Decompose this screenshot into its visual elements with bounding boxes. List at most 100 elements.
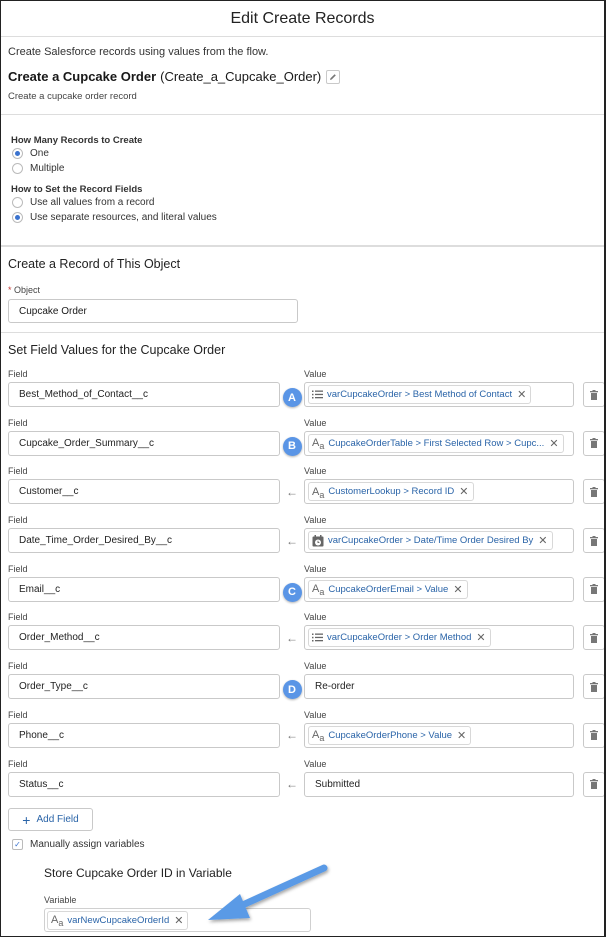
field-row: Field Value Order_Type__c D Re-order [8, 661, 604, 710]
picklist-type-icon-wrap [312, 390, 323, 399]
element-info-section: Create Salesforce records using values f… [1, 37, 604, 115]
element-description: Create Salesforce records using values f… [8, 46, 269, 58]
radio-separate-resources-label: Use separate resources, and literal valu… [30, 212, 217, 223]
resource-pill[interactable]: Aa CupcakeOrderTable > First Selected Ro… [308, 433, 564, 453]
field-label: Field [8, 466, 28, 477]
field-input[interactable]: Date_Time_Order_Desired_By__c [8, 528, 280, 554]
delete-row-button[interactable] [583, 674, 604, 700]
resource-pill-label: varCupcakeOrder > Best Method of Contact [327, 389, 513, 400]
row-connector: C [280, 577, 304, 602]
remove-icon[interactable]: ✕ [549, 437, 558, 450]
field-input[interactable]: Phone__c [8, 722, 280, 748]
row-connector: A [280, 382, 304, 407]
value-label: Value [304, 369, 327, 379]
field-rows: Field Value Best_Method_of_Contact__c A … [8, 369, 604, 807]
row-connector: ← [280, 528, 304, 553]
trash-icon [590, 779, 598, 789]
resource-pill[interactable]: varCupcakeOrder > Best Method of Contact… [308, 385, 532, 404]
value-input[interactable]: varCupcakeOrder > Order Method ✕ [304, 625, 574, 651]
value-input[interactable]: varCupcakeOrder > Date/Time Order Desire… [304, 528, 574, 554]
radio-all-values-control[interactable] [12, 197, 23, 208]
delete-row-button[interactable] [583, 722, 604, 748]
resource-pill-label: varCupcakeOrder > Order Method [327, 632, 472, 644]
remove-icon[interactable]: ✕ [476, 631, 485, 644]
modal-header: Edit Create Records [1, 1, 604, 37]
delete-row-button[interactable] [583, 382, 604, 407]
text-type-icon-wrap: Aa [312, 729, 324, 743]
arrow-left-icon: ← [286, 630, 298, 645]
radio-multiple[interactable]: Multiple [12, 161, 598, 176]
value-input[interactable]: Submitted [304, 771, 574, 797]
resource-pill-label: CupcakeOrderEmail > Value [328, 583, 449, 595]
remove-icon[interactable]: ✕ [174, 914, 183, 927]
trash-icon [590, 389, 598, 400]
object-input[interactable]: Cupcake Order [8, 299, 298, 323]
delete-row-button[interactable] [583, 528, 604, 554]
remove-icon[interactable]: ✕ [453, 583, 462, 596]
field-input[interactable]: Customer__c [8, 479, 280, 505]
trash-icon [590, 486, 598, 497]
resource-pill[interactable]: Aa CupcakeOrderPhone > Value ✕ [308, 725, 472, 745]
resource-pill[interactable]: varCupcakeOrder > Date/Time Order Desire… [308, 531, 553, 551]
manual-assign-label: Manually assign variables [30, 839, 145, 851]
field-input[interactable]: Best_Method_of_Contact__c [8, 382, 280, 407]
trash-icon [590, 681, 598, 692]
field-input[interactable]: Order_Method__c [8, 625, 280, 651]
remove-icon[interactable]: ✕ [517, 388, 526, 401]
delete-row-button[interactable] [583, 430, 604, 456]
radio-separate-resources-control[interactable] [12, 212, 23, 223]
remove-icon[interactable]: ✕ [459, 485, 468, 498]
calendar-clock-icon [312, 534, 324, 547]
value-input[interactable]: Re-order [304, 674, 574, 700]
field-row: Field Value Customer__c ← Aa CustomerLoo… [8, 466, 604, 515]
field-input[interactable]: Email__c [8, 576, 280, 602]
store-id-section: Store Cupcake Order ID in Variable Varia… [44, 866, 598, 933]
radio-all-values-label: Use all values from a record [30, 197, 155, 208]
value-input[interactable]: varCupcakeOrder > Best Method of Contact… [304, 382, 574, 407]
radio-separate-resources[interactable]: Use separate resources, and literal valu… [12, 210, 598, 225]
add-field-button[interactable]: + Add Field [8, 808, 93, 832]
value-input[interactable]: Aa CustomerLookup > Record ID ✕ [304, 479, 574, 505]
variable-pill[interactable]: Aa varNewCupcakeOrderId ✕ [47, 910, 189, 930]
resource-pill-label: CustomerLookup > Record ID [328, 486, 455, 498]
delete-row-button[interactable] [583, 625, 604, 651]
resource-pill[interactable]: Aa CustomerLookup > Record ID ✕ [308, 482, 474, 502]
radio-one[interactable]: One [12, 146, 598, 161]
value-label: Value [304, 661, 327, 672]
radio-multiple-control[interactable] [12, 163, 23, 174]
resource-pill[interactable]: Aa CupcakeOrderEmail > Value ✕ [308, 579, 468, 599]
datetime-type-icon-wrap [312, 534, 324, 547]
picklist-type-icon-wrap [312, 633, 323, 642]
element-title: Create a Cupcake Order (Create_a_Cupcake… [8, 69, 598, 84]
value-input[interactable]: Aa CupcakeOrderPhone > Value ✕ [304, 722, 574, 748]
value-input[interactable]: Aa CupcakeOrderTable > First Selected Ro… [304, 430, 574, 456]
manual-assign-checkbox[interactable]: ✓ [12, 839, 23, 851]
remove-icon[interactable]: ✕ [457, 729, 466, 742]
variable-input[interactable]: Aa varNewCupcakeOrderId ✕ [44, 908, 311, 933]
manual-assign-row[interactable]: ✓ Manually assign variables [8, 839, 598, 851]
value-label: Value [304, 612, 327, 623]
field-input[interactable]: Order_Type__c [8, 674, 280, 700]
how-set-label: How to Set the Record Fields [11, 184, 143, 195]
edit-element-button[interactable] [326, 69, 341, 84]
value-label: Value [304, 466, 327, 477]
object-label-text: Object [14, 285, 41, 295]
picklist-icon [312, 633, 323, 642]
row-connector: ← [280, 772, 304, 797]
delete-row-button[interactable] [583, 479, 604, 505]
field-input[interactable]: Status__c [8, 771, 280, 797]
delete-row-button[interactable] [583, 771, 604, 797]
text-type-icon-wrap: Aa [312, 437, 324, 451]
delete-row-button[interactable] [583, 576, 604, 602]
row-connector: B [280, 431, 304, 456]
annotation-badge: A [282, 388, 302, 407]
remove-icon[interactable]: ✕ [538, 534, 547, 547]
annotation-badge: C [282, 582, 302, 602]
record-options-section: How Many Records to Create One Multiple … [1, 115, 604, 247]
value-input[interactable]: Aa CupcakeOrderEmail > Value ✕ [304, 576, 574, 602]
radio-one-control[interactable] [12, 148, 23, 159]
resource-pill[interactable]: varCupcakeOrder > Order Method ✕ [308, 628, 491, 648]
picklist-icon [312, 390, 323, 399]
radio-all-values[interactable]: Use all values from a record [12, 195, 598, 210]
field-input[interactable]: Cupcake_Order_Summary__c [8, 430, 280, 456]
